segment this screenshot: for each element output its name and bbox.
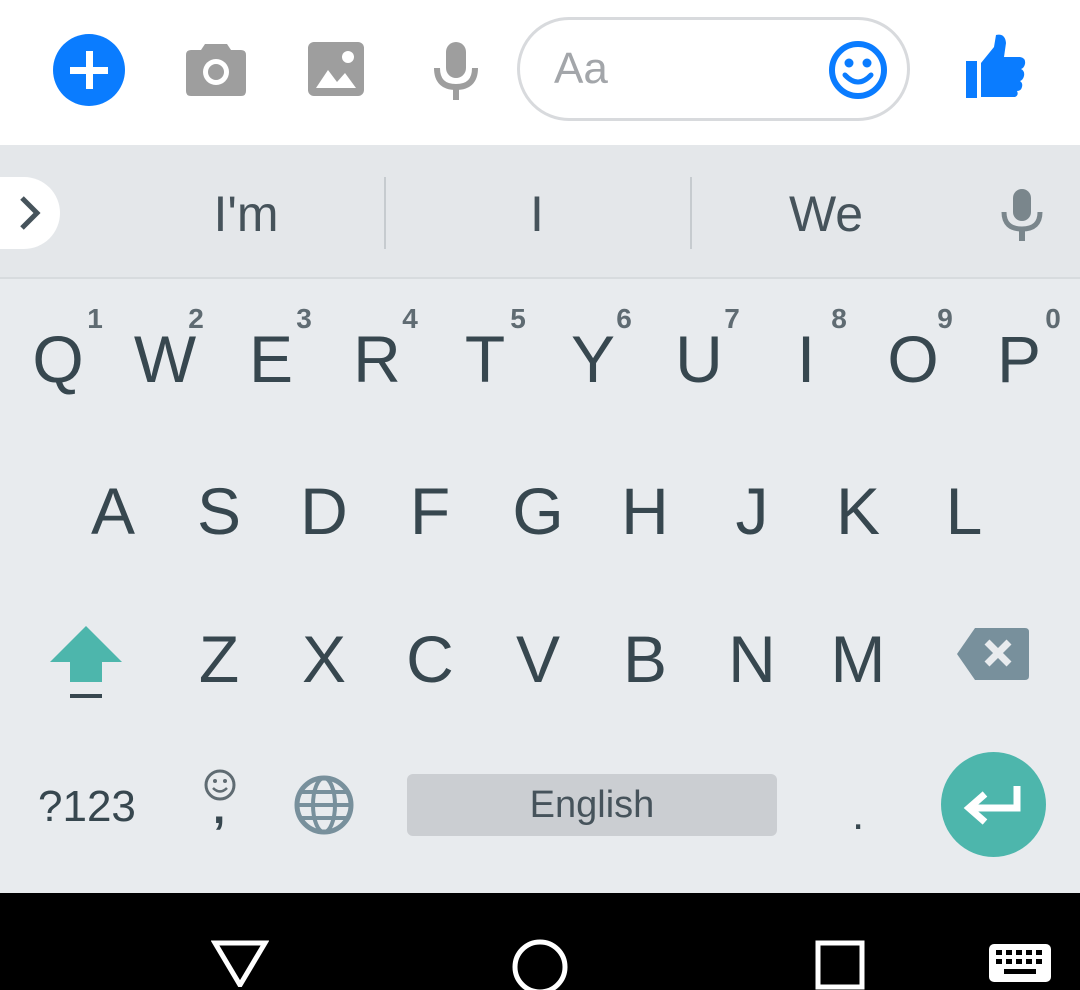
key-x[interactable]: X bbox=[274, 626, 374, 692]
suggestion-divider bbox=[690, 177, 692, 249]
emoji-icon[interactable] bbox=[828, 40, 888, 100]
key-h[interactable]: H bbox=[595, 478, 695, 544]
microphone-icon[interactable] bbox=[1000, 187, 1044, 243]
key-hint: 5 bbox=[510, 303, 526, 334]
suggestion-divider bbox=[384, 177, 386, 249]
key-hint: 9 bbox=[937, 303, 953, 334]
home-icon[interactable] bbox=[510, 937, 570, 990]
suggestions-expand-button[interactable] bbox=[0, 177, 60, 249]
key-i[interactable]: I bbox=[756, 326, 856, 392]
key-j[interactable]: J bbox=[702, 478, 802, 544]
key-hint: 4 bbox=[402, 303, 418, 334]
key-t[interactable]: T bbox=[435, 326, 535, 392]
message-placeholder: Aa bbox=[554, 44, 608, 93]
key-y[interactable]: Y bbox=[543, 326, 643, 392]
key-hint: 8 bbox=[831, 303, 847, 334]
key-k[interactable]: K bbox=[808, 478, 908, 544]
key-hint: 3 bbox=[296, 303, 312, 334]
plus-icon[interactable] bbox=[53, 34, 125, 106]
recents-icon[interactable] bbox=[814, 939, 866, 990]
key-s[interactable]: S bbox=[169, 478, 269, 544]
key-u[interactable]: U bbox=[649, 326, 749, 392]
key-l[interactable]: L bbox=[914, 478, 1014, 544]
key-w[interactable]: W bbox=[115, 326, 215, 392]
navigation-bar bbox=[0, 893, 1080, 990]
message-composer: Aa bbox=[0, 0, 1080, 145]
keyboard-switch-icon[interactable] bbox=[988, 943, 1052, 983]
period-key[interactable]: . bbox=[852, 790, 864, 840]
suggestion-2[interactable]: I bbox=[437, 185, 637, 243]
suggestion-3[interactable]: We bbox=[726, 185, 926, 243]
microphone-icon[interactable] bbox=[432, 40, 480, 102]
key-r[interactable]: R bbox=[327, 326, 427, 392]
space-bar[interactable]: English bbox=[407, 774, 777, 836]
key-b[interactable]: B bbox=[595, 626, 695, 692]
symbols-key[interactable]: ?123 bbox=[38, 782, 136, 832]
key-f[interactable]: F bbox=[380, 478, 480, 544]
back-icon[interactable] bbox=[211, 939, 269, 987]
key-z[interactable]: Z bbox=[169, 626, 269, 692]
backspace-icon[interactable] bbox=[957, 628, 1029, 680]
suggestion-1[interactable]: I'm bbox=[146, 185, 346, 243]
globe-icon[interactable] bbox=[293, 774, 355, 836]
suggestion-strip: I'm I We bbox=[0, 145, 1080, 279]
key-hint: 0 bbox=[1045, 303, 1061, 334]
enter-icon bbox=[963, 786, 1021, 825]
key-p[interactable]: P bbox=[969, 326, 1069, 392]
gallery-icon[interactable] bbox=[308, 42, 364, 96]
shift-icon[interactable] bbox=[50, 626, 122, 700]
key-d[interactable]: D bbox=[274, 478, 374, 544]
key-v[interactable]: V bbox=[488, 626, 588, 692]
key-g[interactable]: G bbox=[488, 478, 588, 544]
comma-key-label: , bbox=[213, 784, 226, 833]
key-hint: 2 bbox=[188, 303, 204, 334]
camera-icon[interactable] bbox=[185, 40, 247, 96]
chevron-right-icon bbox=[20, 196, 41, 230]
key-q[interactable]: Q bbox=[8, 326, 108, 392]
message-input[interactable]: Aa bbox=[517, 17, 910, 121]
thumbs-up-icon[interactable] bbox=[964, 33, 1026, 99]
key-n[interactable]: N bbox=[702, 626, 802, 692]
key-o[interactable]: O bbox=[863, 326, 963, 392]
key-a[interactable]: A bbox=[63, 478, 163, 544]
key-hint: 7 bbox=[724, 303, 740, 334]
enter-button[interactable] bbox=[941, 752, 1046, 857]
key-c[interactable]: C bbox=[380, 626, 480, 692]
key-hint: 6 bbox=[616, 303, 632, 334]
key-hint: 1 bbox=[87, 303, 103, 334]
key-m[interactable]: M bbox=[808, 626, 908, 692]
key-e[interactable]: E bbox=[221, 326, 321, 392]
